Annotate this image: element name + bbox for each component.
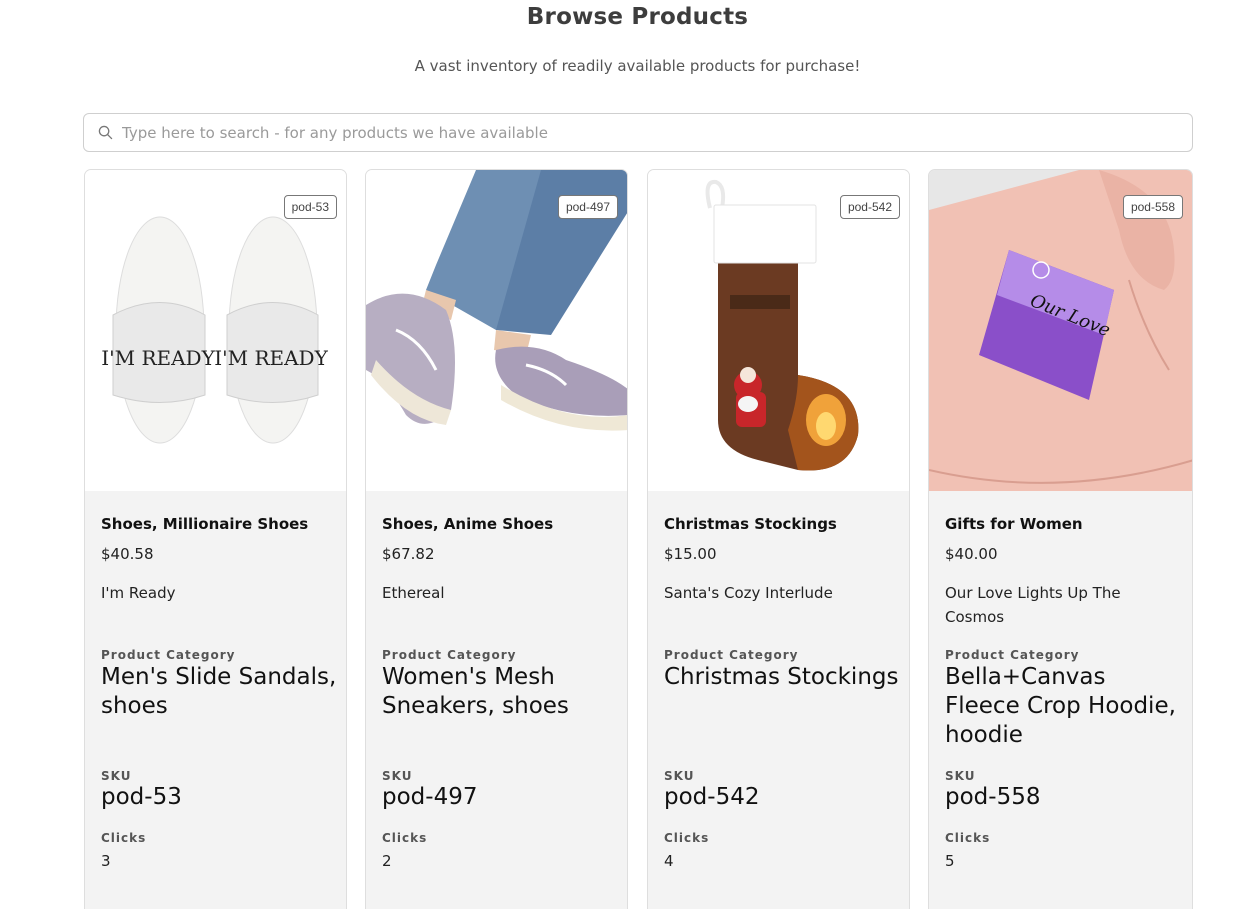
sku-value: pod-542	[664, 784, 760, 810]
page-title: Browse Products	[526, 4, 749, 30]
sku-badge: pod-497	[557, 195, 618, 219]
sku-label: SKU	[101, 769, 132, 783]
product-price: $15.00	[664, 545, 717, 563]
product-price: $67.82	[382, 545, 435, 563]
product-image[interactable]: pod-497	[366, 170, 627, 491]
category-label: Product Category	[945, 648, 1080, 662]
product-tagline: I'm Ready	[101, 584, 176, 602]
product-tagline: Ethereal	[382, 584, 445, 602]
product-card[interactable]: Our Love pod-558 Gifts for Women $40.00 …	[928, 169, 1193, 909]
product-image[interactable]: Our Love pod-558	[929, 170, 1192, 491]
clicks-label: Clicks	[101, 831, 147, 845]
product-name[interactable]: Gifts for Women	[945, 515, 1083, 533]
sku-badge: pod-53	[283, 195, 337, 219]
sku-label: SKU	[382, 769, 413, 783]
sku-value: pod-558	[945, 784, 1041, 810]
clicks-label: Clicks	[945, 831, 991, 845]
category-value: Christmas Stockings	[664, 664, 899, 690]
browse-products-page: Browse Products A vast inventory of read…	[0, 0, 1243, 909]
clicks-value: 2	[382, 852, 392, 870]
product-name[interactable]: Shoes, Millionaire Shoes	[101, 515, 308, 533]
sku-value: pod-53	[101, 784, 182, 810]
sku-value: pod-497	[382, 784, 478, 810]
clicks-value: 3	[101, 852, 111, 870]
product-name[interactable]: Christmas Stockings	[664, 515, 837, 533]
category-value: Men's Slide Sandals, shoes	[101, 664, 337, 719]
search-input[interactable]	[122, 123, 1122, 142]
search-icon	[98, 125, 113, 140]
sku-badge: pod-542	[839, 195, 900, 219]
sandal-left-print: I'M READY	[101, 346, 215, 370]
product-card[interactable]: pod-542 Christmas Stockings $15.00 Santa…	[647, 169, 910, 909]
sku-badge: pod-558	[1122, 195, 1183, 219]
clicks-label: Clicks	[382, 831, 428, 845]
product-price: $40.00	[945, 545, 998, 563]
clicks-value: 4	[664, 852, 674, 870]
sku-label: SKU	[945, 769, 976, 783]
search-bar[interactable]	[83, 113, 1193, 152]
category-label: Product Category	[382, 648, 517, 662]
category-label: Product Category	[101, 648, 236, 662]
product-card[interactable]: pod-497 Shoes, Anime Shoes $67.82 Ethere…	[365, 169, 628, 909]
product-price: $40.58	[101, 545, 154, 563]
category-label: Product Category	[664, 648, 799, 662]
product-image[interactable]: I'M READY I'M READY pod-53	[85, 170, 346, 491]
product-image[interactable]: pod-542	[648, 170, 909, 491]
category-value: Bella+Canvas Fleece Crop Hoodie, hoodie	[945, 664, 1176, 748]
product-card[interactable]: I'M READY I'M READY pod-53 Shoes, Millio…	[84, 169, 347, 909]
page-subtitle: A vast inventory of readily available pr…	[414, 57, 861, 75]
clicks-label: Clicks	[664, 831, 710, 845]
product-name[interactable]: Shoes, Anime Shoes	[382, 515, 553, 533]
clicks-value: 5	[945, 852, 955, 870]
product-tagline: Santa's Cozy Interlude	[664, 584, 833, 602]
product-tagline: Our Love Lights Up The Cosmos	[945, 584, 1121, 626]
category-value: Women's Mesh Sneakers, shoes	[382, 664, 569, 719]
sandal-right-print: I'M READY	[214, 346, 328, 370]
sku-label: SKU	[664, 769, 695, 783]
